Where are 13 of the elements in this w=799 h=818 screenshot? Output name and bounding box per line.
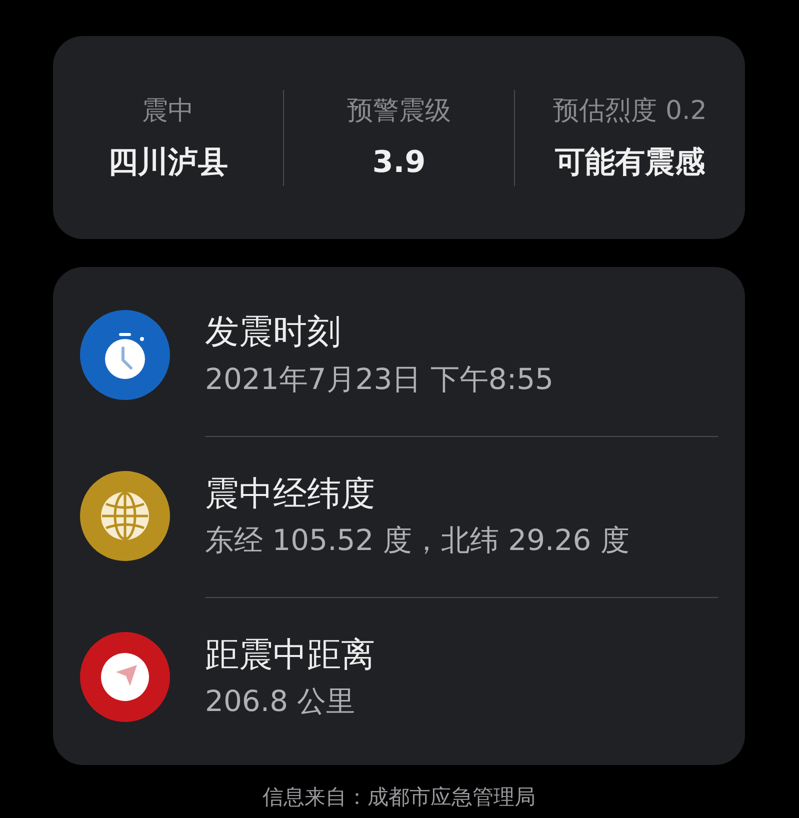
summary-label: 预估烈度 0.2: [553, 98, 707, 124]
summary-value: 可能有震感: [555, 148, 705, 178]
summary-label: 震中: [142, 98, 194, 124]
detail-title: 距震中距离: [205, 636, 376, 674]
summary-value: 3.9: [372, 148, 426, 178]
detail-value: 2021年7月23日 下午8:55: [205, 364, 554, 396]
detail-value: 206.8 公里: [205, 686, 356, 718]
summary-value: 四川泸县: [108, 148, 228, 178]
source-text: 信息来自：成都市应急管理局: [262, 785, 536, 809]
detail-title: 震中经纬度: [205, 476, 376, 514]
detail-title: 发震时刻: [205, 314, 342, 352]
detail-value: 东经 105.52 度，北纬 29.26 度: [205, 525, 630, 558]
summary-label: 预警震级: [347, 98, 451, 124]
